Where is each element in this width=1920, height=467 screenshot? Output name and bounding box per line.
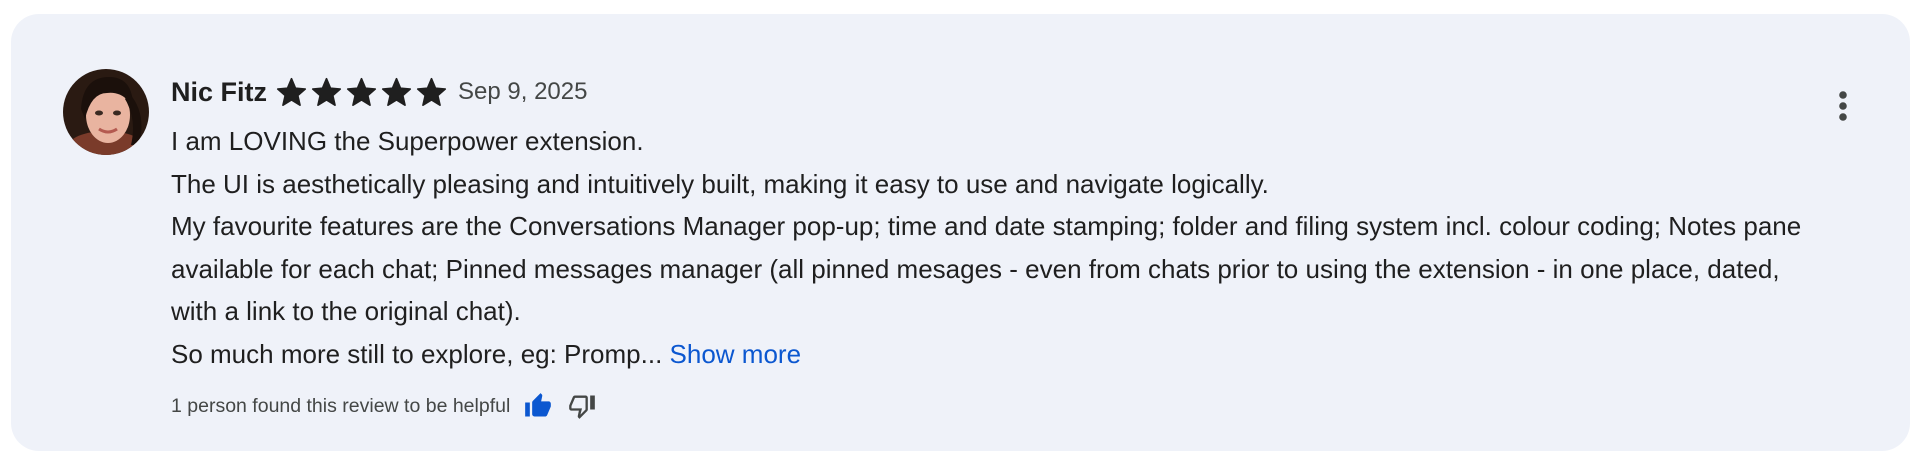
review-line: I am LOVING the Superpower extension. <box>171 126 644 156</box>
thumb-down-outline-icon <box>569 395 596 419</box>
review-line-truncated: So much more still to explore, eg: Promp… <box>171 338 663 369</box>
more-options-button[interactable] <box>1823 86 1863 126</box>
avatar-image <box>63 69 149 155</box>
star-icon <box>310 76 343 109</box>
star-icon <box>345 76 378 109</box>
star-icon <box>380 76 413 109</box>
helpful-row: 1 person found this review to be helpful <box>171 388 608 424</box>
avatar <box>63 69 149 155</box>
helpful-yes-button[interactable] <box>520 388 556 424</box>
review-header: Nic Fitz Sep 9, 2025 <box>171 72 587 112</box>
author-name: Nic Fitz <box>171 76 268 107</box>
review-date: Sep 9, 2025 <box>458 78 588 105</box>
review-card: Nic Fitz Sep 9, 2025 I am LOVING the Sup… <box>11 14 1910 451</box>
star-rating <box>275 76 448 109</box>
review-line: So much more still to explore, eg: Promp… <box>171 333 1821 376</box>
helpful-no-button[interactable] <box>564 388 600 424</box>
thumb-up-filled-icon <box>525 393 552 417</box>
star-icon <box>275 76 308 109</box>
review-text: I am LOVING the Superpower extension. Th… <box>171 120 1821 375</box>
review-line: The UI is aesthetically pleasing and int… <box>171 168 1269 199</box>
star-icon <box>415 76 448 109</box>
show-more-link[interactable]: Show more <box>670 339 802 369</box>
more-vert-icon <box>1839 91 1847 121</box>
review-line: My favourite features are the Conversati… <box>171 211 1802 326</box>
helpful-count-text: 1 person found this review to be helpful <box>171 394 511 417</box>
